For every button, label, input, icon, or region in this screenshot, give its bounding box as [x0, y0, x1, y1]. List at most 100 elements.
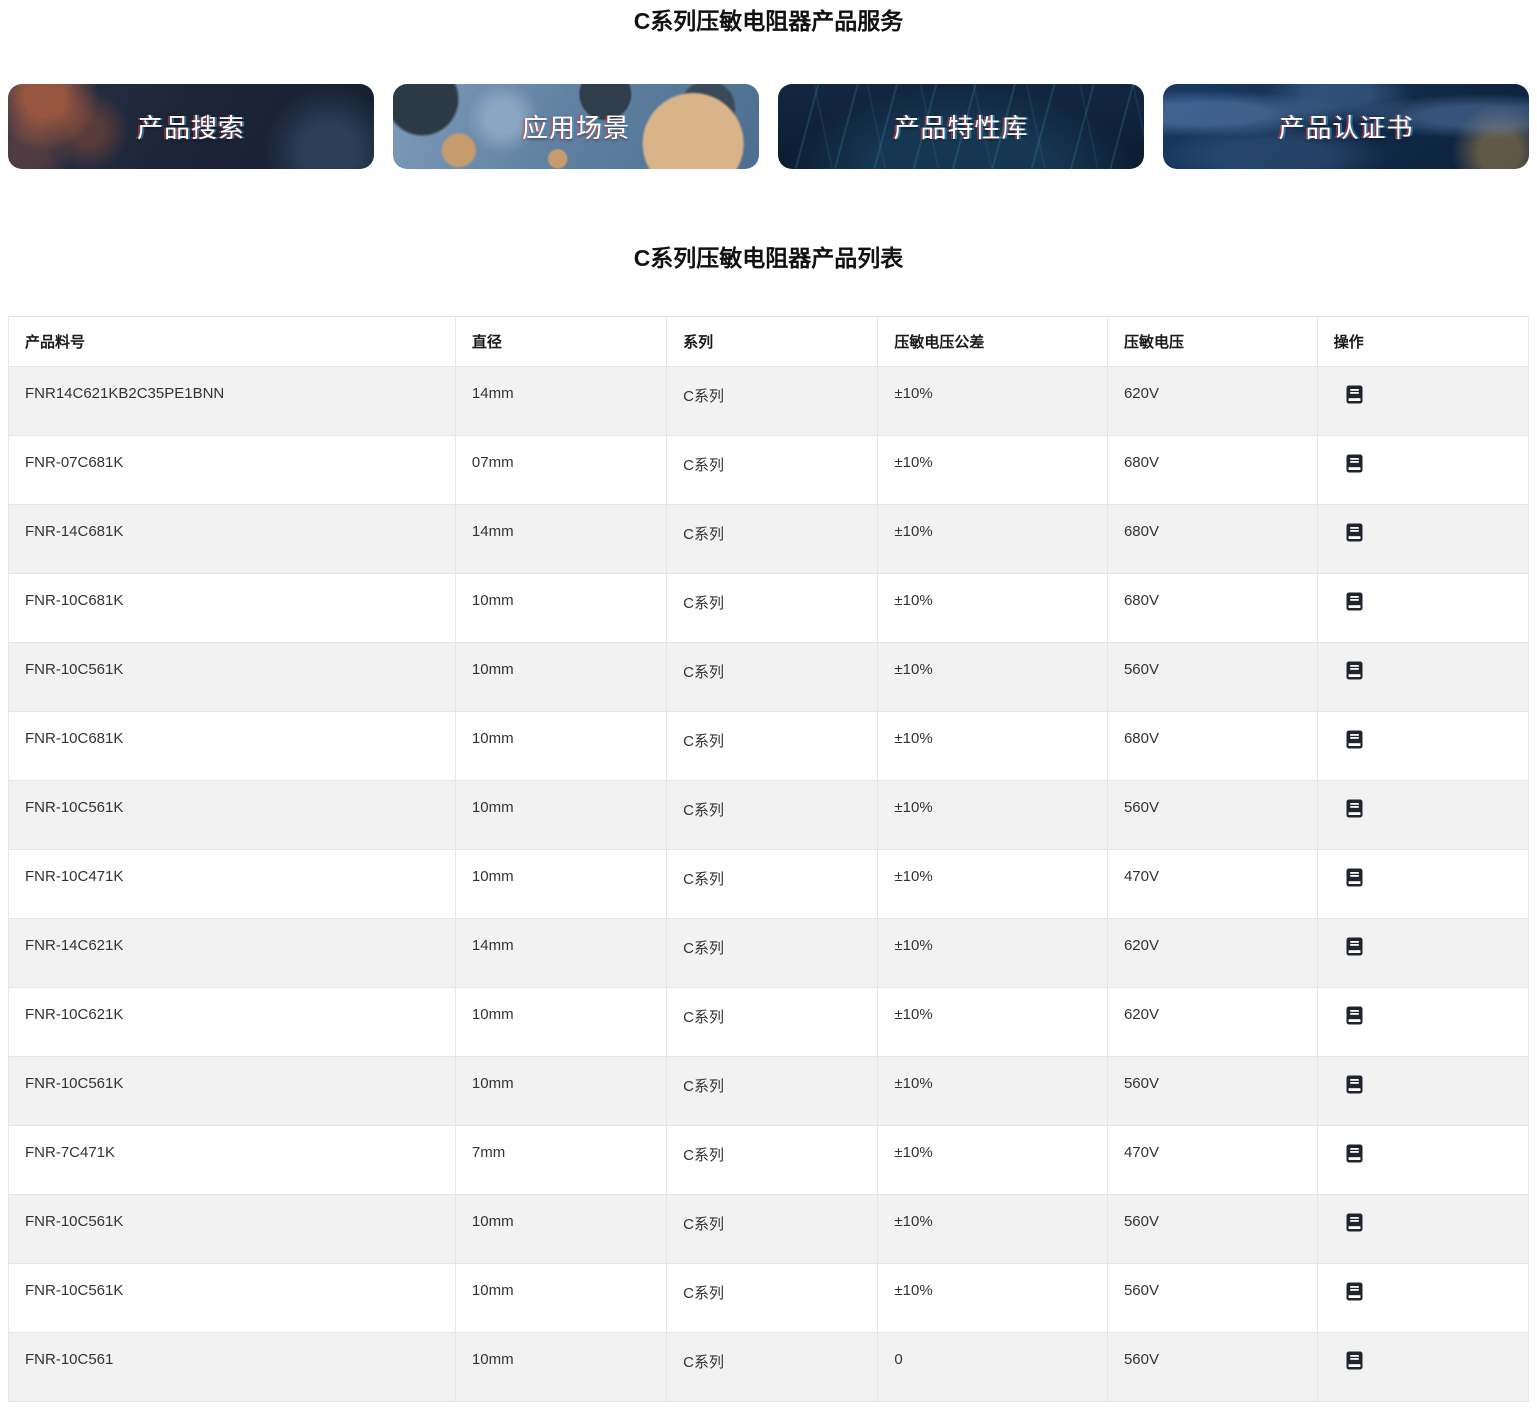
- cell-voltage: 560V: [1107, 1333, 1317, 1402]
- book-icon[interactable]: [1346, 937, 1363, 956]
- cell-action: [1317, 1264, 1528, 1333]
- cell-series: C系列: [667, 574, 878, 643]
- nav-card-application-scenarios[interactable]: 应用场景: [393, 84, 759, 169]
- cell-series: C系列: [667, 712, 878, 781]
- cell-voltage: 560V: [1107, 1195, 1317, 1264]
- book-icon[interactable]: [1346, 385, 1363, 404]
- column-header: 操作: [1317, 317, 1528, 367]
- table-row: FNR-10C561K10mmC系列±10%560V: [9, 1057, 1529, 1126]
- column-header: 系列: [667, 317, 878, 367]
- product-list-title: C系列压敏电阻器产品列表: [8, 245, 1529, 273]
- cell-part-no: FNR-7C471K: [9, 1126, 456, 1195]
- cell-series: C系列: [667, 1333, 878, 1402]
- book-icon[interactable]: [1346, 1351, 1363, 1370]
- cell-tolerance: ±10%: [878, 919, 1108, 988]
- cell-action: [1317, 436, 1528, 505]
- cell-voltage: 620V: [1107, 367, 1317, 436]
- nav-card-product-certificates[interactable]: 产品认证书: [1163, 84, 1529, 169]
- cell-voltage: 560V: [1107, 1057, 1317, 1126]
- cell-diameter: 10mm: [455, 1264, 666, 1333]
- table-row: FNR-10C681K10mmC系列±10%680V: [9, 574, 1529, 643]
- cell-diameter: 10mm: [455, 1195, 666, 1264]
- cell-action: [1317, 1333, 1528, 1402]
- cell-action: [1317, 988, 1528, 1057]
- table-row: FNR-10C561K10mmC系列±10%560V: [9, 643, 1529, 712]
- book-icon[interactable]: [1346, 1075, 1363, 1094]
- cell-tolerance: ±10%: [878, 505, 1108, 574]
- nav-cards: 产品搜索 应用场景 产品特性库 产品认证书: [8, 84, 1529, 169]
- book-icon[interactable]: [1346, 454, 1363, 473]
- cell-tolerance: ±10%: [878, 988, 1108, 1057]
- book-icon[interactable]: [1346, 868, 1363, 887]
- cell-tolerance: 0: [878, 1333, 1108, 1402]
- cell-voltage: 470V: [1107, 1126, 1317, 1195]
- cell-diameter: 10mm: [455, 574, 666, 643]
- cell-diameter: 14mm: [455, 919, 666, 988]
- book-icon[interactable]: [1346, 1213, 1363, 1232]
- cell-diameter: 10mm: [455, 850, 666, 919]
- cell-tolerance: ±10%: [878, 436, 1108, 505]
- book-icon[interactable]: [1346, 1144, 1363, 1163]
- cell-part-no: FNR-14C621K: [9, 919, 456, 988]
- cell-voltage: 680V: [1107, 574, 1317, 643]
- table-row: FNR-14C681K14mmC系列±10%680V: [9, 505, 1529, 574]
- cell-action: [1317, 574, 1528, 643]
- cell-tolerance: ±10%: [878, 574, 1108, 643]
- book-icon[interactable]: [1346, 730, 1363, 749]
- table-row: FNR-10C561K10mmC系列±10%560V: [9, 781, 1529, 850]
- cell-voltage: 680V: [1107, 436, 1317, 505]
- cell-voltage: 560V: [1107, 781, 1317, 850]
- cell-part-no: FNR-14C681K: [9, 505, 456, 574]
- cell-action: [1317, 1195, 1528, 1264]
- cell-series: C系列: [667, 850, 878, 919]
- cell-diameter: 10mm: [455, 1333, 666, 1402]
- cell-series: C系列: [667, 1057, 878, 1126]
- cell-action: [1317, 712, 1528, 781]
- table-row: FNR-10C471K10mmC系列±10%470V: [9, 850, 1529, 919]
- cell-part-no: FNR-10C561K: [9, 1264, 456, 1333]
- cell-part-no: FNR-07C681K: [9, 436, 456, 505]
- cell-diameter: 10mm: [455, 988, 666, 1057]
- cell-diameter: 10mm: [455, 712, 666, 781]
- cell-diameter: 10mm: [455, 781, 666, 850]
- cell-series: C系列: [667, 643, 878, 712]
- table-row: FNR-7C471K7mmC系列±10%470V: [9, 1126, 1529, 1195]
- cell-voltage: 680V: [1107, 712, 1317, 781]
- table-row: FNR-14C621K14mmC系列±10%620V: [9, 919, 1529, 988]
- cell-part-no: FNR-10C681K: [9, 574, 456, 643]
- column-header: 压敏电压: [1107, 317, 1317, 367]
- book-icon[interactable]: [1346, 661, 1363, 680]
- table-body: FNR14C621KB2C35PE1BNN14mmC系列±10%620VFNR-…: [9, 367, 1529, 1402]
- cell-series: C系列: [667, 988, 878, 1057]
- nav-card-label: 产品搜索: [137, 108, 245, 145]
- cell-action: [1317, 919, 1528, 988]
- page-title: C系列压敏电阻器产品服务: [8, 8, 1529, 36]
- book-icon[interactable]: [1346, 1282, 1363, 1301]
- cell-tolerance: ±10%: [878, 1126, 1108, 1195]
- cell-voltage: 470V: [1107, 850, 1317, 919]
- cell-action: [1317, 505, 1528, 574]
- cell-part-no: FNR-10C561K: [9, 1195, 456, 1264]
- book-icon[interactable]: [1346, 523, 1363, 542]
- column-header: 产品料号: [9, 317, 456, 367]
- book-icon[interactable]: [1346, 592, 1363, 611]
- cell-series: C系列: [667, 436, 878, 505]
- cell-diameter: 10mm: [455, 1057, 666, 1126]
- book-icon[interactable]: [1346, 1006, 1363, 1025]
- nav-card-product-characteristics[interactable]: 产品特性库: [778, 84, 1144, 169]
- book-icon[interactable]: [1346, 799, 1363, 818]
- cell-part-no: FNR-10C621K: [9, 988, 456, 1057]
- cell-part-no: FNR14C621KB2C35PE1BNN: [9, 367, 456, 436]
- column-header: 压敏电压公差: [878, 317, 1108, 367]
- cell-action: [1317, 367, 1528, 436]
- nav-card-product-search[interactable]: 产品搜索: [8, 84, 374, 169]
- cell-action: [1317, 643, 1528, 712]
- cell-part-no: FNR-10C681K: [9, 712, 456, 781]
- table-row: FNR-10C56110mmC系列0560V: [9, 1333, 1529, 1402]
- cell-tolerance: ±10%: [878, 1264, 1108, 1333]
- cell-voltage: 560V: [1107, 643, 1317, 712]
- cell-action: [1317, 1057, 1528, 1126]
- cell-voltage: 560V: [1107, 1264, 1317, 1333]
- cell-part-no: FNR-10C561: [9, 1333, 456, 1402]
- cell-series: C系列: [667, 367, 878, 436]
